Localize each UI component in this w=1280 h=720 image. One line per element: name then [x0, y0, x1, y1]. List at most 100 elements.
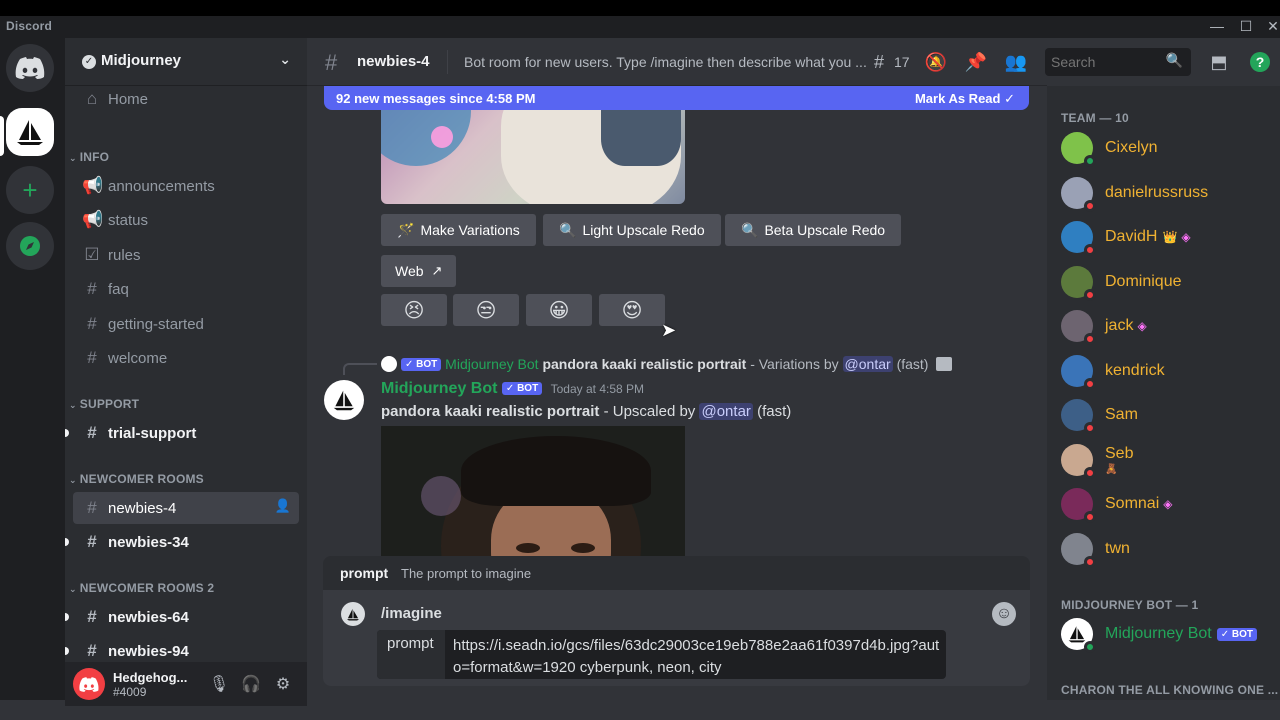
prompt-option-field[interactable]: prompt https://i.seadn.io/gcs/files/63dc…	[377, 630, 946, 679]
message-composer[interactable]: /imagine prompt https://i.seadn.io/gcs/f…	[323, 590, 1030, 686]
inbox-icon[interactable]: ⬒	[1207, 50, 1231, 74]
channel-trial-support[interactable]: # trial-support	[65, 417, 299, 449]
reaction-button[interactable]: 😍	[599, 294, 665, 326]
avatar[interactable]	[324, 380, 364, 420]
sailboat-icon	[1068, 626, 1086, 643]
channel-label: newbies-64	[108, 608, 189, 626]
reaction-button[interactable]: 😒	[453, 294, 519, 326]
avatar	[381, 356, 397, 372]
member-jack[interactable]: jack ◈	[1061, 306, 1271, 346]
member-category-team: TEAM — 10	[1061, 111, 1129, 125]
reply-suffix: - Variations by	[750, 356, 839, 372]
mention[interactable]: @ontar	[842, 356, 893, 372]
home-icon: ⌂	[86, 89, 98, 108]
make-variations-button[interactable]: 🪄 Make Variations	[381, 214, 536, 246]
caret-icon: ⌄	[69, 475, 77, 485]
slash-option-hint[interactable]: prompt The prompt to imagine	[323, 556, 1030, 590]
channel-newbies-4[interactable]: # newbies-4 👤	[73, 492, 299, 524]
sailboat-icon	[17, 120, 43, 145]
member-midjourney-bot[interactable]: Midjourney Bot ✓ BOT	[1061, 614, 1271, 654]
microphone-icon[interactable]: 🎙	[208, 674, 230, 696]
server-midjourney[interactable]	[6, 108, 54, 156]
prompt-option-value[interactable]: https://i.seadn.io/gcs/files/63dc29003ce…	[453, 635, 943, 679]
avatar[interactable]	[73, 668, 105, 700]
category-label: SUPPORT	[79, 397, 140, 411]
button-label: Light Upscale Redo	[582, 222, 705, 238]
threads-icon[interactable]: #	[867, 50, 891, 74]
mention[interactable]: @ontar	[699, 403, 753, 420]
channel-newbies-64[interactable]: # newbies-64	[65, 601, 299, 633]
sidebar-item-home[interactable]: ⌂ Home	[73, 83, 299, 115]
channel-faq[interactable]: # faq	[73, 273, 299, 305]
mark-as-read-button[interactable]: Mark As Read ✓	[915, 91, 1015, 107]
caret-icon: ⌄	[69, 400, 77, 410]
upscaled-image[interactable]	[381, 426, 685, 556]
member-seb[interactable]: Seb 🧸	[1061, 440, 1271, 480]
minimize-icon[interactable]: —	[1207, 16, 1227, 36]
reaction-button[interactable]: 😣	[381, 294, 447, 326]
light-upscale-redo-button[interactable]: 🔍 Light Upscale Redo	[543, 214, 721, 246]
settings-gear-icon[interactable]: ⚙	[272, 674, 294, 696]
reply-preview[interactable]: ✓ BOT Midjourney Bot pandora kaaki reali…	[381, 356, 953, 372]
crown-icon: 👑	[1162, 230, 1178, 244]
web-link-button[interactable]: Web ↗	[381, 255, 457, 287]
channel-topic[interactable]: Bot room for new users. Type /imagine th…	[464, 54, 867, 70]
help-icon[interactable]: ?	[1250, 52, 1270, 72]
channel-rules[interactable]: ☑ rules	[73, 239, 299, 271]
explore-servers-button[interactable]	[6, 222, 54, 270]
username: Hedgehog...	[113, 670, 188, 685]
channel-newbies-34[interactable]: # newbies-34	[65, 526, 299, 558]
member-category-bot: MIDJOURNEY BOT — 1	[1061, 598, 1199, 612]
avatar	[1061, 533, 1096, 568]
channel-welcome[interactable]: # welcome	[73, 342, 299, 374]
category-info[interactable]: ⌄ INFO	[69, 150, 109, 164]
category-newcomer-rooms[interactable]: ⌄ NEWCOMER ROOMS	[69, 472, 204, 486]
headphones-icon[interactable]: 🎧	[240, 674, 262, 696]
mute-bell-icon[interactable]: 🔕	[924, 50, 948, 74]
member-cixelyn[interactable]: Cixelyn	[1061, 128, 1271, 168]
channel-label: trial-support	[108, 424, 197, 442]
member-danielrussruss[interactable]: danielrussruss	[1061, 173, 1271, 213]
channel-label: newbies-4	[108, 499, 177, 517]
channel-status[interactable]: 📢 status	[73, 204, 299, 236]
message-header: Midjourney Bot ✓ BOT Today at 4:58 PM	[381, 380, 644, 398]
maximize-icon[interactable]: ☐	[1236, 16, 1256, 36]
member-davidh[interactable]: DavidH 👑 ◈	[1061, 217, 1271, 257]
member-name: Dominique	[1105, 273, 1182, 290]
image-detail	[516, 543, 540, 553]
search-input[interactable]: 🔍	[1045, 48, 1191, 76]
member-twn[interactable]: twn	[1061, 529, 1271, 569]
channel-newbies-94[interactable]: # newbies-94	[65, 635, 299, 662]
member-sam[interactable]: Sam	[1061, 395, 1271, 435]
member-list-icon[interactable]: 👥	[1004, 50, 1028, 74]
reaction-button[interactable]: 😀	[526, 294, 592, 326]
emoji-picker-icon[interactable]: ☺	[992, 602, 1016, 626]
discord-logo-icon	[79, 676, 99, 692]
close-icon[interactable]: ✕	[1263, 16, 1280, 36]
member-name: jack	[1105, 317, 1134, 334]
status-dnd-icon	[1084, 200, 1096, 212]
channel-announcements[interactable]: 📢 announcements	[73, 170, 299, 202]
category-newcomer-rooms-2[interactable]: ⌄ NEWCOMER ROOMS 2	[69, 581, 214, 595]
search-field[interactable]	[1051, 54, 1161, 70]
add-server-button[interactable]: +	[6, 166, 54, 214]
member-category-charon: CHARON THE ALL KNOWING ONE ...	[1061, 683, 1279, 697]
server-header[interactable]: ✓ Midjourney ⌄	[65, 38, 307, 86]
invite-member-icon[interactable]: 👤	[275, 498, 291, 514]
beta-upscale-redo-button[interactable]: 🔍 Beta Upscale Redo	[725, 214, 902, 246]
category-support[interactable]: ⌄ SUPPORT	[69, 397, 139, 411]
status-dnd-icon	[1084, 467, 1096, 479]
channel-getting-started[interactable]: # getting-started	[73, 308, 299, 340]
chevron-down-icon[interactable]: ⌄	[279, 51, 291, 68]
unread-indicator	[65, 613, 69, 621]
mark-read-icon: ✓	[1004, 91, 1015, 106]
discord-home-button[interactable]	[6, 44, 54, 92]
member-somnai[interactable]: Somnai ◈	[1061, 484, 1271, 524]
member-kendrick[interactable]: kendrick	[1061, 351, 1271, 391]
message-author[interactable]: Midjourney Bot	[381, 380, 497, 397]
message-content: pandora kaaki realistic portrait - Upsca…	[381, 403, 791, 420]
new-messages-banner[interactable]: 92 new messages since 4:58 PM Mark As Re…	[324, 86, 1029, 110]
pinned-messages-icon[interactable]: 📌	[964, 50, 988, 74]
avatar	[1061, 177, 1096, 212]
member-dominique[interactable]: Dominique	[1061, 262, 1271, 302]
